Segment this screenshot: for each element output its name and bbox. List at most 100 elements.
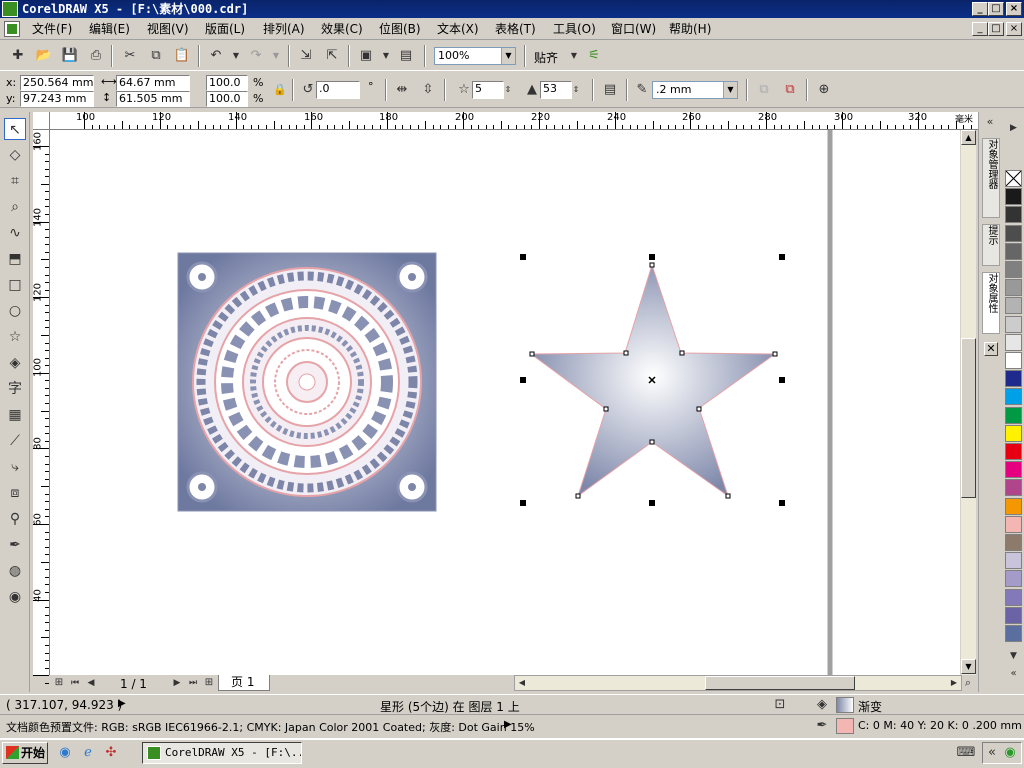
blend-tool-icon[interactable]: ⧈ [4,482,26,504]
to-back-icon[interactable]: ⧉ [780,80,800,100]
color-swatch[interactable] [1005,479,1022,497]
text-tool-icon[interactable]: 字 [4,378,26,400]
color-swatch[interactable] [1005,261,1022,278]
coreldraw-app-icon[interactable] [2,1,18,17]
minimize-button[interactable]: _ [972,2,988,16]
points-spinner-icon[interactable]: ⇕ [502,80,514,100]
color-swatch[interactable] [1005,461,1022,479]
vertical-ruler[interactable]: 160 140 120 100 80 60 40 [33,130,50,684]
menu-edit[interactable]: 编辑(E) [89,21,130,37]
menu-window[interactable]: 窗口(W) [611,21,656,37]
drawing-canvas[interactable] [50,130,960,675]
color-profile-info[interactable]: 文档颜色预置文件: RGB: sRGB IEC61966-2.1; CMYK: … [6,719,535,735]
launcher-dropdown-icon[interactable]: ▼ [376,46,396,66]
basic-shapes-tool-icon[interactable]: ◈ [4,352,26,374]
document-icon[interactable] [4,21,20,37]
tray-expand-icon[interactable]: « [985,743,999,763]
add-page-icon[interactable]: ⊞ [52,675,66,691]
color-swatch[interactable] [1005,388,1022,406]
next-page-icon[interactable]: ▶ [170,675,184,691]
start-button[interactable]: 开始 [2,742,48,764]
application-launcher-icon[interactable]: ▣ [356,46,376,66]
options-icon[interactable]: ⚟ [584,46,604,66]
color-swatch[interactable] [1005,406,1022,424]
color-swatch[interactable] [1005,606,1022,624]
outline-width-dropdown[interactable]: .2 mm ▼ [652,81,738,99]
export-icon[interactable]: ⇱ [322,46,342,66]
horizontal-scroll-thumb[interactable] [705,676,855,690]
scroll-down-icon[interactable]: ▼ [961,659,976,674]
freehand-tool-icon[interactable]: ∿ [4,222,26,244]
shape-tool-icon[interactable]: ◇ [4,144,26,166]
add-page-after-icon[interactable]: ⊞ [202,675,216,691]
color-swatch[interactable] [1005,352,1022,369]
paste-icon[interactable]: 📋 [172,46,192,66]
outline-pen-status-icon[interactable]: ✒ [812,716,832,736]
color-swatch[interactable] [1005,188,1022,206]
close-button[interactable]: × [1006,2,1022,16]
rotation-field[interactable]: .0 [316,81,360,99]
scroll-left-icon[interactable]: ◀ [515,676,529,690]
mirror-horizontal-icon[interactable]: ⇹ [392,80,412,100]
menu-arrange[interactable]: 排列(A) [263,21,305,37]
connector-tool-icon[interactable]: ⤷ [4,456,26,478]
last-page-icon[interactable]: ⏭ [186,675,200,691]
zoom-tool-icon[interactable]: ⌕ [4,196,26,218]
cut-icon[interactable]: ✂ [120,46,140,66]
dimension-tool-icon[interactable]: ⟋ [4,430,26,452]
to-front-icon[interactable]: ⧉ [754,80,774,100]
zoom-level-dropdown[interactable]: 100% ▼ [434,47,516,65]
ellipse-tool-icon[interactable]: ○ [4,300,26,322]
color-swatch[interactable] [1005,424,1022,442]
taskbar-coreldraw-button[interactable]: CorelDRAW X5 - [F:\... [142,742,302,764]
sharpness-field[interactable]: 53 [540,81,572,99]
redo-icon[interactable]: ↷ [246,46,266,66]
docker-close-icon[interactable]: ✕ [984,342,998,356]
menu-tools[interactable]: 工具(O) [553,21,596,37]
navigator-icon[interactable]: ⌕ [960,675,976,691]
color-swatch[interactable] [1005,443,1022,460]
page-tab[interactable]: 页 1 [218,675,270,691]
convert-to-curves-icon[interactable]: ⊕ [814,80,834,100]
color-swatch[interactable] [1005,242,1022,260]
doc-close-button[interactable]: × [1006,22,1022,36]
lock-ratio-icon[interactable]: 🔒 [270,80,290,100]
color-swatch[interactable] [1005,534,1022,551]
width-field[interactable]: 64.67 mm [116,75,190,91]
color-swatch[interactable] [1005,497,1022,515]
scale-y-field[interactable]: 100.0 [206,91,248,107]
color-swatch[interactable] [1005,552,1022,570]
color-swatch[interactable] [1005,588,1022,606]
docker-tab-object-manager[interactable]: 对象管理器 [982,138,1000,218]
print-icon[interactable]: ⎙ [86,46,106,66]
palette-scroll-up-icon[interactable]: ▶ [1005,118,1022,138]
save-icon[interactable]: 💾 [60,46,80,66]
menu-effects[interactable]: 效果(C) [321,21,363,37]
color-swatch[interactable] [1005,333,1022,351]
smart-fill-tool-icon[interactable]: ⬒ [4,248,26,270]
color-swatch[interactable] [1005,515,1022,533]
color-swatch[interactable] [1005,570,1022,588]
menu-bitmaps[interactable]: 位图(B) [379,21,421,37]
mirror-vertical-icon[interactable]: ⇳ [418,80,438,100]
menu-table[interactable]: 表格(T) [495,21,536,37]
eyedropper-tool-icon[interactable]: ⚲ [4,508,26,530]
vertical-scrollbar[interactable]: ▲ ▼ [960,130,976,675]
height-field[interactable]: 61.505 mm [116,91,190,107]
color-swatch[interactable] [1005,625,1022,642]
no-color-swatch[interactable] [1005,170,1022,187]
palette-expand-icon[interactable]: « [1005,664,1022,684]
fill-bucket-icon[interactable]: ◈ [812,695,832,715]
menu-file[interactable]: 文件(F) [32,21,72,37]
first-page-icon[interactable]: ⏮ [68,675,82,691]
star-points-field[interactable]: 5 [472,81,504,99]
quicklaunch-icon[interactable]: ✣ [101,743,121,763]
undo-dropdown-icon[interactable]: ▼ [226,46,246,66]
open-folder-icon[interactable]: 📂 [34,46,54,66]
redo-dropdown-icon[interactable]: ▼ [266,46,286,66]
maximize-button[interactable]: □ [988,2,1004,16]
scale-x-field[interactable]: 100.0 [206,75,248,91]
network-icon[interactable]: ◉ [1001,743,1019,763]
vertical-scroll-thumb[interactable] [961,338,976,498]
docker-tab-object-properties[interactable]: 对象属性 [982,272,1000,334]
